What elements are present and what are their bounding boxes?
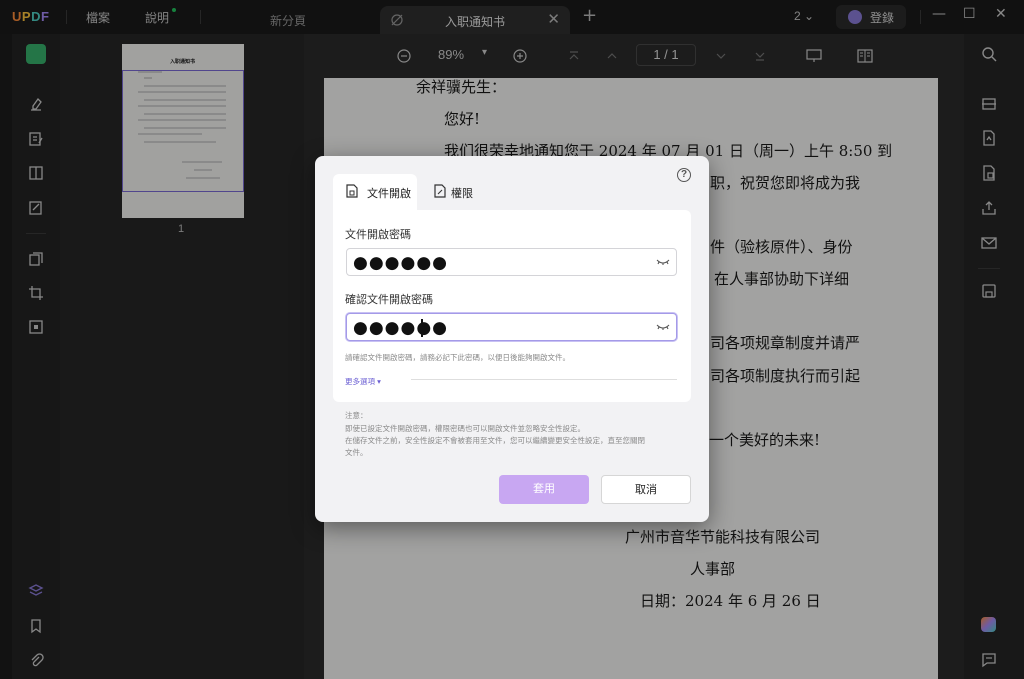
tab-permission[interactable]: 權限	[427, 174, 487, 210]
note-line: 文件。	[345, 448, 368, 457]
tab-permission-label: 權限	[451, 188, 473, 200]
note-line: 在儲存文件之前，安全性設定不會被套用至文件，您可以繼續變更安全性設定，直至您關閉	[345, 436, 645, 445]
eye-hidden-icon[interactable]	[656, 322, 670, 332]
help-icon[interactable]: ?	[677, 168, 691, 182]
note-title: 注意：	[345, 411, 368, 420]
divider	[411, 379, 677, 380]
eye-hidden-icon[interactable]	[656, 257, 670, 267]
open-password-value: ●●●●●●	[353, 253, 449, 273]
chevron-down-icon: ▾	[377, 377, 381, 386]
open-password-label: 文件開啟密碼	[345, 229, 411, 241]
app-window: UPDF 檔案 說明 新分頁 入职通知书 ✕ + 2 ⌄ 登錄 — ☐ ✕ 入职…	[0, 0, 1024, 679]
apply-button[interactable]: 套用	[499, 475, 589, 504]
password-hint: 請確認文件開啟密碼，請務必記下此密碼，以便日後能夠開啟文件。	[345, 353, 570, 362]
more-options-label: 更多選項	[345, 377, 375, 386]
document-edit-icon	[434, 184, 446, 198]
document-lock-icon	[346, 184, 358, 198]
password-dialog: ? 文件開啟 權限 文件開啟密碼 ●●●●●● 確認文件開啟密碼 ●●●●●● …	[315, 156, 709, 522]
more-options-toggle[interactable]: 更多選項 ▾	[345, 376, 381, 387]
tab-document-open-label: 文件開啟	[367, 188, 411, 200]
note-line: 即使已設定文件開啟密碼，權限密碼也可以開啟文件並忽略安全性設定。	[345, 424, 585, 433]
text-caret	[421, 319, 423, 337]
confirm-password-value: ●●●●●●	[353, 318, 449, 338]
open-password-field[interactable]: ●●●●●●	[346, 248, 677, 276]
confirm-password-field[interactable]: ●●●●●●	[346, 313, 677, 341]
confirm-password-label: 確認文件開啟密碼	[345, 294, 433, 306]
tab-document-open[interactable]: 文件開啟	[333, 174, 417, 210]
password-panel: 文件開啟密碼 ●●●●●● 確認文件開啟密碼 ●●●●●● 請確認文件開啟密碼，…	[333, 210, 691, 402]
cancel-button[interactable]: 取消	[601, 475, 691, 504]
